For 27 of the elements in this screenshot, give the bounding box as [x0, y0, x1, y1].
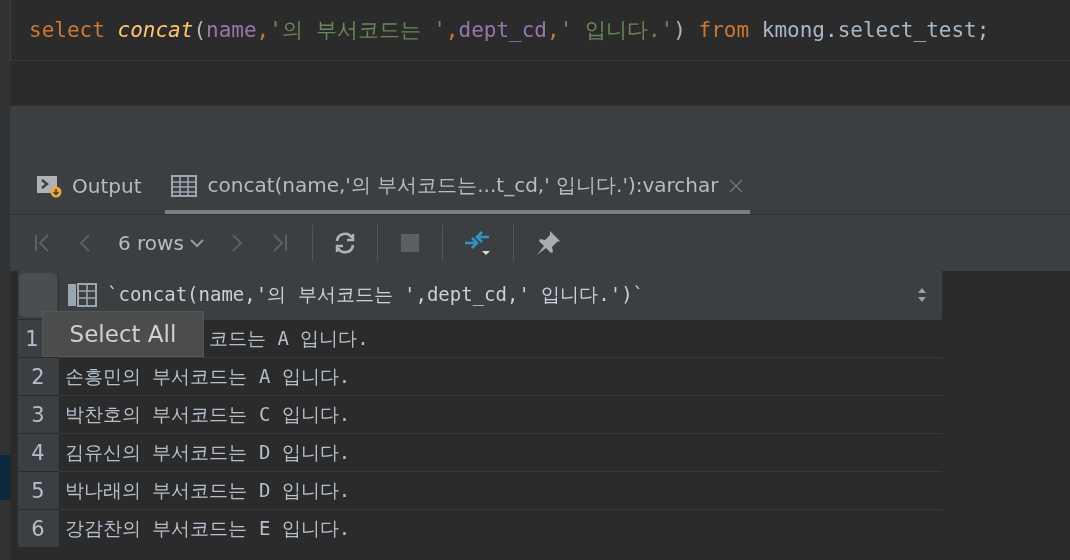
row-number: 5	[31, 478, 45, 503]
row-number: 2	[31, 364, 45, 389]
row-number: 4	[31, 440, 45, 465]
result-tab[interactable]: concat(name,'의 부서코드는...t_cd,' 입니다.'):varchar	[165, 161, 751, 214]
row-number: 6	[31, 516, 45, 541]
sql-query: select concat(name,'의 부서코드는 ',dept_cd,' 입니다.') from kmong.select_test;	[29, 17, 990, 44]
table-cell-text: 강감찬의 부서코드는 E 입니다.	[65, 515, 351, 541]
console-icon	[36, 173, 62, 198]
sort-icon[interactable]	[916, 286, 928, 304]
tooltip: Select All	[42, 311, 204, 357]
result-tab[interactable]: Output	[30, 161, 148, 214]
compare-arrows-icon[interactable]	[462, 229, 493, 257]
table-cell-text: 박나래의 부서코드는 D 입니다.	[65, 477, 351, 503]
column-header[interactable]: `concat(name,'의 부서코드는 ',dept_cd,' 입니다.')`	[58, 271, 942, 319]
select-all-button[interactable]	[19, 273, 57, 317]
row-number: 3	[31, 402, 45, 427]
column-icon	[67, 283, 97, 307]
table-icon	[171, 174, 198, 197]
row-number: 1	[25, 326, 39, 351]
close-icon[interactable]	[728, 177, 745, 194]
table-cell-text: 손흥민의 부서코드는 A 입니다.	[65, 363, 351, 389]
table-cell-text: 박찬호의 부서코드는 C 입니다.	[65, 401, 351, 427]
table-cell-text: 코드는 A 입니다.	[209, 325, 369, 351]
gutter-highlight	[0, 455, 10, 500]
chevron-icon	[189, 238, 204, 248]
table-cell-text: 김유신의 부서코드는 D 입니다.	[65, 439, 351, 465]
rows-dropdown[interactable]: 6 rows	[118, 231, 204, 255]
